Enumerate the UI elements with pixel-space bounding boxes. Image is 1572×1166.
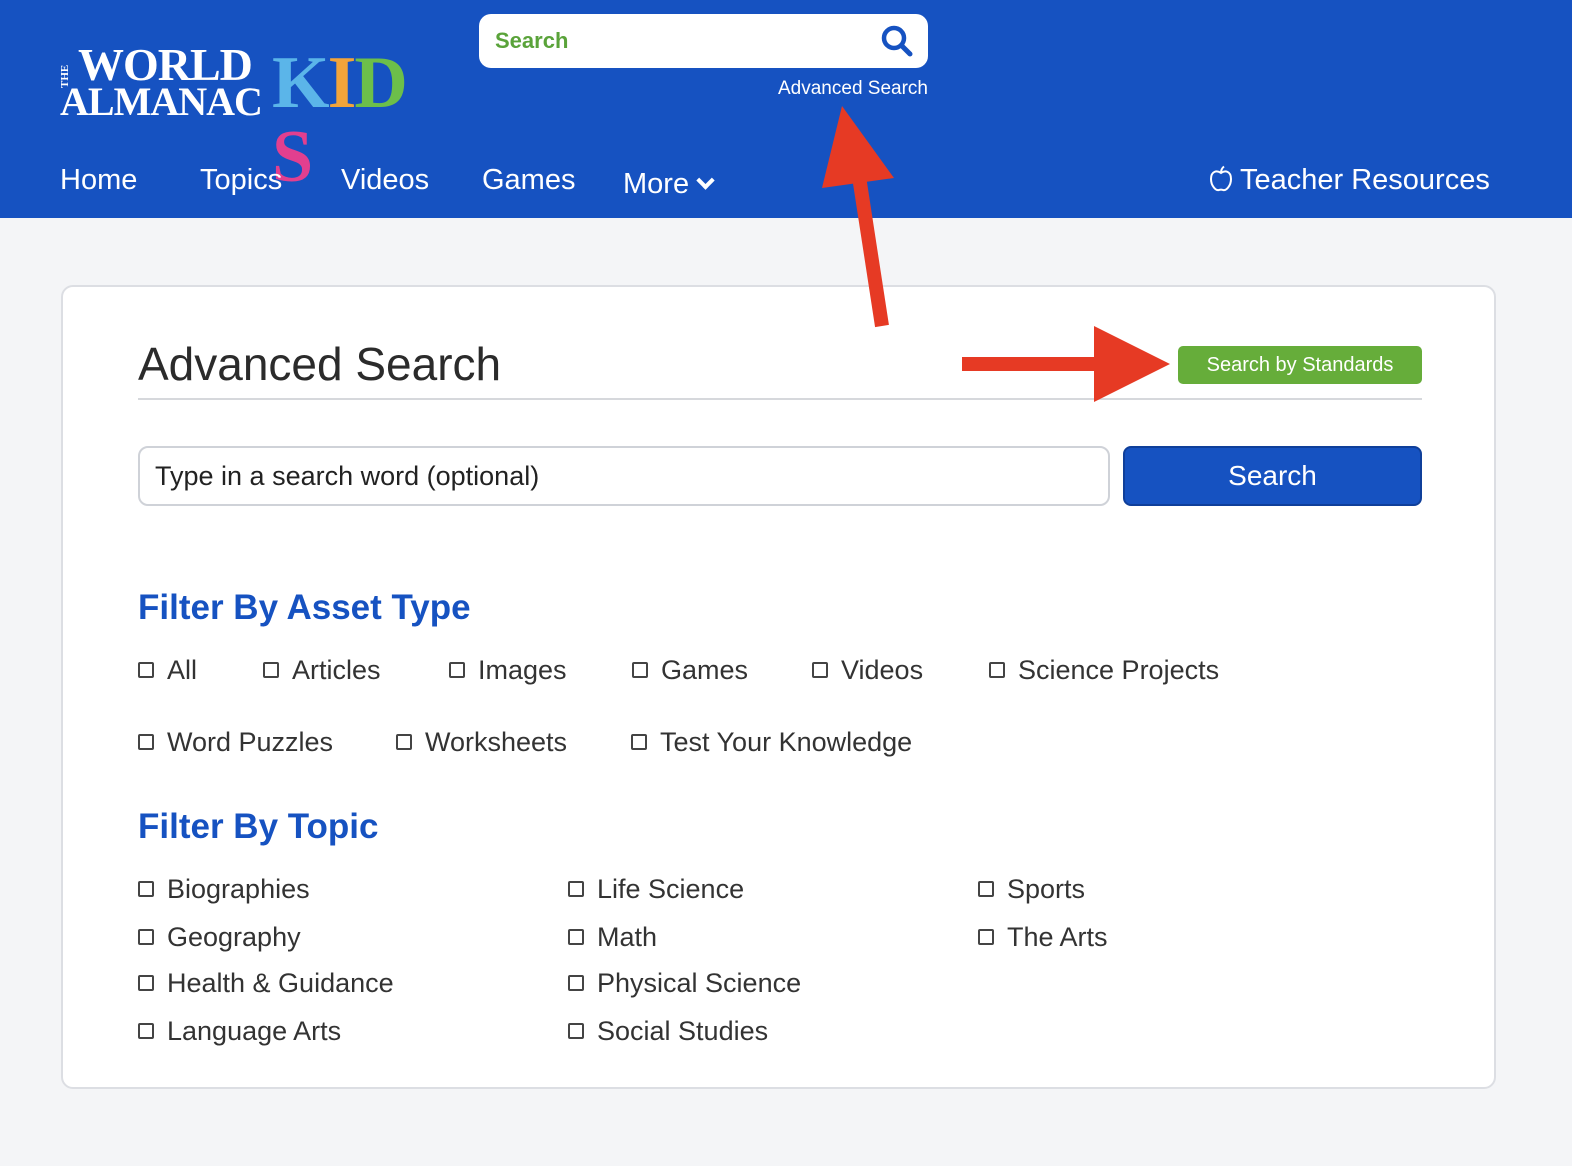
checkbox[interactable] [138,661,154,678]
nav-more[interactable]: More [623,168,715,201]
nav-teacher-resources[interactable]: Teacher Resources [1208,164,1490,197]
topic-option-social-studies[interactable]: Social Studies [568,1016,768,1047]
checkbox[interactable] [989,661,1005,678]
topic-option-sports[interactable]: Sports [978,874,1085,905]
checkbox[interactable] [138,1022,154,1039]
nav-home[interactable]: Home [60,164,137,197]
checkbox[interactable] [396,733,412,750]
nav-videos[interactable]: Videos [341,164,429,197]
logo-kids-letter: K [272,42,330,124]
checkbox[interactable] [978,880,994,897]
checkbox[interactable] [449,661,465,678]
topic-option-math[interactable]: Math [568,922,657,953]
asset-option-all[interactable]: All [138,655,197,686]
main-nav: Home Topics Videos Games More Teacher Re… [0,160,1572,210]
teacher-resources-label: Teacher Resources [1240,164,1490,196]
logo-kids-letter: D [354,42,407,124]
topic-option-physical-science[interactable]: Physical Science [568,968,801,999]
asset-option-videos[interactable]: Videos [812,655,923,686]
logo-the-text: THE [59,64,71,88]
checkbox[interactable] [632,661,648,678]
checkbox[interactable] [138,880,154,897]
topic-option-life-science[interactable]: Life Science [568,874,744,905]
asset-option-worksheets[interactable]: Worksheets [396,727,567,758]
asset-option-games[interactable]: Games [632,655,748,686]
checkbox[interactable] [138,733,154,750]
nav-games[interactable]: Games [482,164,575,197]
topic-option-language-arts[interactable]: Language Arts [138,1016,341,1047]
asset-option-science-projects[interactable]: Science Projects [989,655,1219,686]
title-divider [138,398,1422,400]
page-title: Advanced Search [138,338,502,390]
topic-option-biographies[interactable]: Biographies [138,874,310,905]
advanced-search-link[interactable]: Advanced Search [778,78,928,100]
checkbox[interactable] [138,928,154,945]
checkbox[interactable] [568,974,584,991]
topic-option-geography[interactable]: Geography [138,922,301,953]
search-by-standards-button[interactable]: Search by Standards [1178,346,1422,384]
site-header: THE WORLD ALMANAC KIDS Advanced Search H… [0,0,1572,218]
checkbox[interactable] [812,661,828,678]
chevron-down-icon [696,171,715,190]
logo-kids-letter: I [327,42,357,124]
header-search-input[interactable] [495,24,865,58]
asset-type-heading: Filter By Asset Type [138,588,471,627]
checkbox[interactable] [138,974,154,991]
asset-option-articles[interactable]: Articles [263,655,381,686]
topic-heading: Filter By Topic [138,807,379,846]
checkbox[interactable] [568,928,584,945]
advanced-search-card: Advanced Search Search by Standards Sear… [61,285,1496,1089]
nav-topics[interactable]: Topics [200,164,282,197]
search-button[interactable]: Search [1123,446,1422,506]
checkbox[interactable] [263,661,279,678]
checkbox[interactable] [568,880,584,897]
topic-option-health-guidance[interactable]: Health & Guidance [138,968,394,999]
checkbox[interactable] [631,733,647,750]
apple-icon [1209,166,1233,192]
search-word-input[interactable] [138,446,1110,506]
search-icon[interactable] [880,24,914,58]
checkbox[interactable] [978,928,994,945]
world-almanac-kids-logo[interactable]: THE WORLD ALMANAC KIDS [59,42,440,195]
logo-almanac-text: ALMANAC [60,79,263,124]
asset-option-images[interactable]: Images [449,655,567,686]
topic-option-the-arts[interactable]: The Arts [978,922,1108,953]
header-search-box [479,14,928,68]
checkbox[interactable] [568,1022,584,1039]
nav-more-label: More [623,168,690,200]
asset-option-test-your-knowledge[interactable]: Test Your Knowledge [631,727,912,758]
asset-option-word-puzzles[interactable]: Word Puzzles [138,727,333,758]
